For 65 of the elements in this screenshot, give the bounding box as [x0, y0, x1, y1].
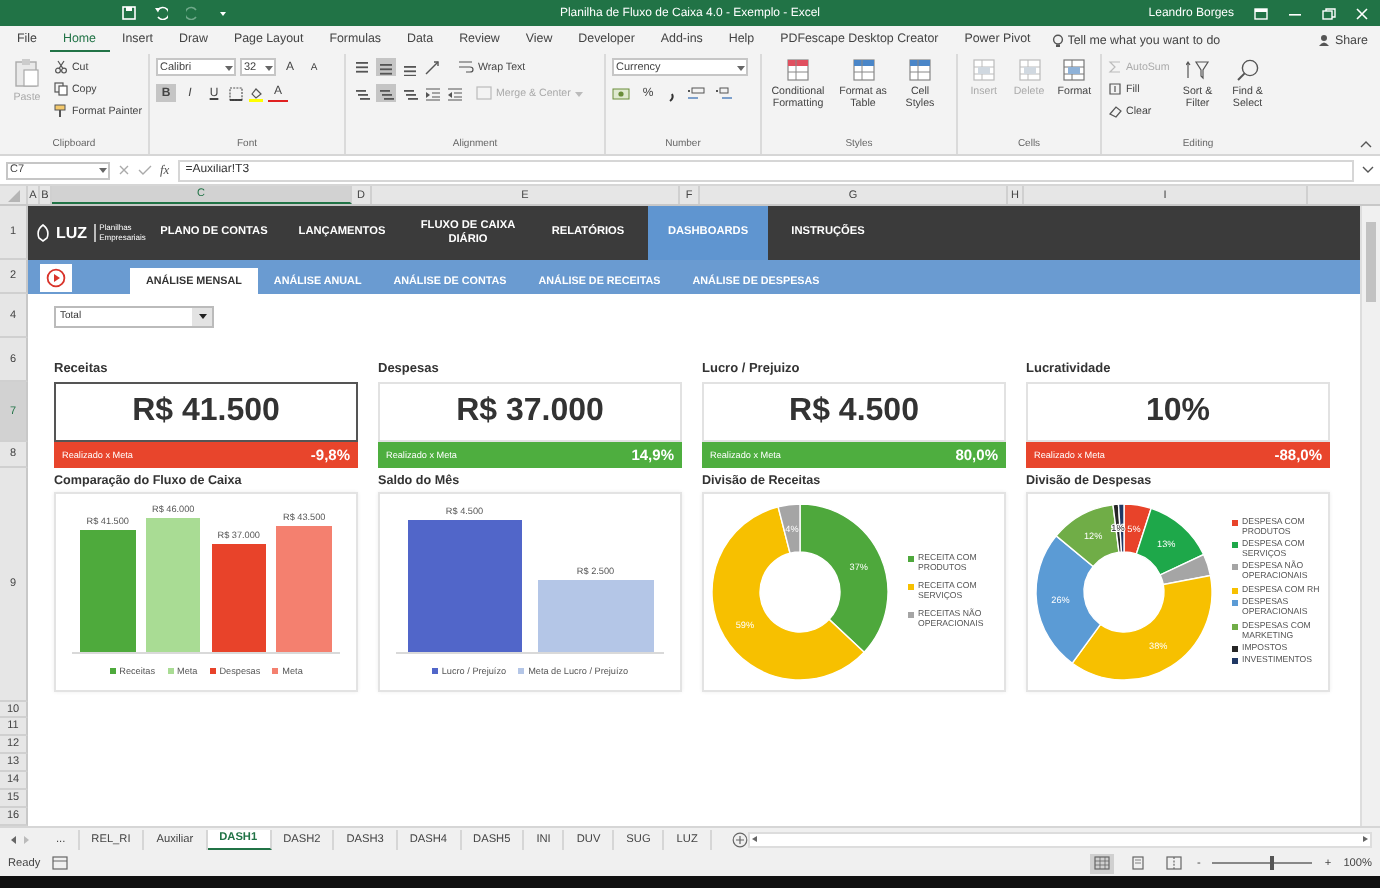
indent-icon[interactable]: [424, 85, 442, 101]
brush-icon: [53, 104, 68, 118]
horizontal-scrollbar[interactable]: [747, 831, 1372, 847]
fill-color-icon[interactable]: [248, 85, 264, 101]
indent-icon[interactable]: [446, 85, 464, 101]
page-layout-icon: [1129, 856, 1146, 870]
wrap-icon: [458, 60, 474, 74]
align-icon: [354, 85, 370, 101]
close-icon[interactable]: [1356, 7, 1368, 19]
restore-icon[interactable]: [1322, 7, 1336, 19]
scroll-left-icon[interactable]: [8, 833, 20, 845]
sort-filter-icon: [1185, 58, 1210, 82]
align-button[interactable]: [352, 58, 372, 76]
customize-icon[interactable]: [218, 8, 228, 18]
eraser-icon: [1108, 104, 1122, 118]
currency-icon[interactable]: [612, 85, 630, 101]
view-button[interactable]: [1089, 853, 1114, 873]
scroll-right-icon[interactable]: [1360, 834, 1370, 844]
undo-icon[interactable]: [154, 6, 168, 20]
kpi-value: 10%: [1026, 382, 1330, 442]
align-icon: [378, 59, 394, 75]
lightbulb-icon: [1051, 33, 1064, 47]
add-sheet-icon[interactable]: [731, 831, 748, 847]
vertical-scrollbar[interactable]: [1360, 206, 1380, 826]
person-icon: [1318, 34, 1331, 46]
orientation-icon[interactable]: [424, 59, 442, 75]
scroll-left-icon[interactable]: [749, 834, 760, 844]
logo-text: LUZ: [56, 224, 88, 242]
caret-icon: [98, 166, 108, 174]
scissors-icon: [53, 60, 68, 74]
search-icon: [1235, 58, 1260, 82]
ribbon-display-icon[interactable]: [1254, 7, 1268, 19]
align-icon: [378, 85, 394, 101]
caret-icon: [224, 63, 234, 71]
fill-down-icon: [1108, 82, 1122, 96]
caret-icon: [574, 89, 585, 97]
kpi-value: R$ 37.000: [378, 382, 682, 442]
caret-icon: [197, 312, 207, 320]
caret-icon: [736, 63, 746, 71]
align-button[interactable]: [352, 84, 372, 102]
copy-icon: [53, 82, 68, 96]
kpi-value: R$ 41.500: [54, 382, 358, 442]
merge-icon: [476, 86, 492, 100]
normal-view-icon: [1093, 856, 1110, 870]
align-icon: [354, 59, 370, 75]
align-button[interactable]: [376, 58, 396, 76]
logo-icon: [36, 224, 50, 242]
save-icon[interactable]: [122, 6, 136, 20]
slider-thumb[interactable]: [1270, 856, 1275, 870]
macro-record-icon[interactable]: [52, 856, 69, 870]
play-icon: [46, 268, 66, 288]
caret-icon: [264, 63, 274, 71]
increase-decimal-icon[interactable]: [686, 85, 706, 101]
align-button[interactable]: [376, 84, 396, 102]
align-button[interactable]: [400, 84, 420, 102]
play-button[interactable]: [40, 264, 72, 292]
collapse-ribbon-icon[interactable]: [1360, 140, 1372, 148]
sum-icon: [1108, 60, 1122, 74]
scrollbar-thumb[interactable]: [1366, 222, 1376, 302]
page-break-icon: [1165, 856, 1182, 870]
align-icon: [402, 85, 418, 101]
decrease-decimal-icon[interactable]: [714, 85, 734, 101]
borders-icon[interactable]: [228, 85, 244, 101]
expand-icon[interactable]: [1362, 166, 1374, 174]
kpi-value: R$ 4.500: [702, 382, 1006, 442]
